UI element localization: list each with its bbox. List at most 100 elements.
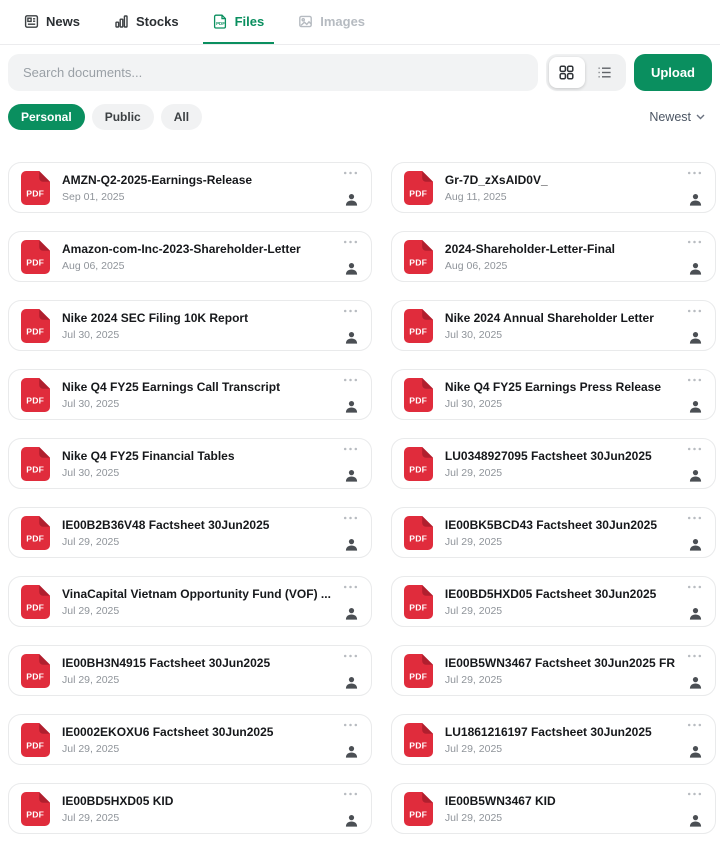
sort-dropdown[interactable]: Newest (649, 110, 712, 124)
ellipsis-icon (343, 723, 358, 727)
more-menu-button[interactable] (687, 790, 702, 798)
owner-person-icon (345, 607, 358, 620)
ellipsis-icon (343, 585, 358, 589)
more-menu-button[interactable] (687, 376, 702, 384)
file-card[interactable]: PDF Gr-7D_zXsAID0V_ Aug 11, 2025 (391, 162, 716, 213)
more-menu-button[interactable] (687, 445, 702, 453)
file-card[interactable]: PDF IE00B5WN3467 Factsheet 30Jun2025 FR … (391, 645, 716, 696)
filter-pill-personal[interactable]: Personal (8, 104, 85, 130)
file-info: Nike Q4 FY25 Earnings Press Release Jul … (445, 380, 675, 410)
tab-label: Files (235, 14, 265, 29)
owner-person-icon (689, 193, 702, 206)
file-title: IE00B5WN3467 Factsheet 30Jun2025 FR (445, 656, 675, 670)
file-card[interactable]: PDF IE00BK5BCD43 Factsheet 30Jun2025 Jul… (391, 507, 716, 558)
more-menu-button[interactable] (687, 652, 702, 660)
filter-pill-public[interactable]: Public (92, 104, 154, 130)
pdf-badge-label: PDF (409, 602, 427, 612)
ellipsis-icon (343, 240, 358, 244)
file-card[interactable]: PDF VinaCapital Vietnam Opportunity Fund… (8, 576, 372, 627)
more-menu-button[interactable] (343, 514, 358, 522)
more-menu-button[interactable] (687, 514, 702, 522)
more-menu-button[interactable] (343, 652, 358, 660)
card-rail (687, 169, 702, 206)
file-card[interactable]: PDF Nike 2024 Annual Shareholder Letter … (391, 300, 716, 351)
file-info: LU0348927095 Factsheet 30Jun2025 Jul 29,… (445, 449, 675, 479)
filter-pill-all[interactable]: All (161, 104, 202, 130)
file-title: IE00B5WN3467 KID (445, 794, 675, 808)
more-menu-button[interactable] (687, 721, 702, 729)
file-date: Jul 29, 2025 (445, 536, 675, 548)
card-rail (343, 238, 358, 275)
pdf-badge-icon: PDF (404, 654, 433, 688)
file-info: AMZN-Q2-2025-Earnings-Release Sep 01, 20… (62, 173, 331, 203)
more-menu-button[interactable] (343, 307, 358, 315)
file-card[interactable]: PDF IE00BD5HXD05 KID Jul 29, 2025 (8, 783, 372, 834)
pdf-badge-label: PDF (409, 257, 427, 267)
list-view-button[interactable] (587, 57, 623, 88)
tab-stocks[interactable]: Stocks (104, 0, 189, 44)
file-title: VinaCapital Vietnam Opportunity Fund (VO… (62, 587, 331, 601)
ellipsis-icon (343, 309, 358, 313)
pdf-badge-icon: PDF (404, 240, 433, 274)
more-menu-button[interactable] (343, 583, 358, 591)
file-date: Jul 29, 2025 (445, 467, 675, 479)
pdf-badge-icon: PDF (404, 171, 433, 205)
tab-images[interactable]: Images (288, 0, 375, 44)
more-menu-button[interactable] (343, 721, 358, 729)
images-icon (298, 14, 313, 29)
file-card[interactable]: PDF Nike Q4 FY25 Earnings Press Release … (391, 369, 716, 420)
file-card[interactable]: PDF AMZN-Q2-2025-Earnings-Release Sep 01… (8, 162, 372, 213)
tab-news[interactable]: News (14, 0, 90, 44)
file-card[interactable]: PDF LU1861216197 Factsheet 30Jun2025 Jul… (391, 714, 716, 765)
more-menu-button[interactable] (343, 790, 358, 798)
more-menu-button[interactable] (343, 169, 358, 177)
file-card[interactable]: PDF 2024-Shareholder-Letter-Final Aug 06… (391, 231, 716, 282)
more-menu-button[interactable] (687, 238, 702, 246)
file-card[interactable]: PDF Amazon-com-Inc-2023-Shareholder-Lett… (8, 231, 372, 282)
file-card[interactable]: PDF IE00BD5HXD05 Factsheet 30Jun2025 Jul… (391, 576, 716, 627)
pdf-badge-icon: PDF (21, 792, 50, 826)
file-info: IE00BK5BCD43 Factsheet 30Jun2025 Jul 29,… (445, 518, 675, 548)
file-title: Nike Q4 FY25 Earnings Call Transcript (62, 380, 331, 394)
ellipsis-icon (343, 447, 358, 451)
file-card[interactable]: PDF LU0348927095 Factsheet 30Jun2025 Jul… (391, 438, 716, 489)
file-info: IE00BD5HXD05 KID Jul 29, 2025 (62, 794, 331, 824)
file-title: LU1861216197 Factsheet 30Jun2025 (445, 725, 675, 739)
file-card[interactable]: PDF IE0002EKOXU6 Factsheet 30Jun2025 Jul… (8, 714, 372, 765)
ellipsis-icon (687, 309, 702, 313)
file-info: Nike 2024 Annual Shareholder Letter Jul … (445, 311, 675, 341)
card-rail (343, 376, 358, 413)
tab-files[interactable]: PDF Files (203, 0, 275, 44)
file-date: Jul 29, 2025 (62, 536, 331, 548)
file-info: VinaCapital Vietnam Opportunity Fund (VO… (62, 587, 331, 617)
pdf-badge-icon: PDF (404, 723, 433, 757)
file-date: Jul 30, 2025 (445, 398, 675, 410)
card-rail (687, 307, 702, 344)
toolbar: Upload (8, 54, 712, 91)
file-date: Jul 29, 2025 (445, 812, 675, 824)
grid-view-button[interactable] (549, 57, 585, 88)
more-menu-button[interactable] (343, 445, 358, 453)
pdf-badge-icon: PDF (404, 516, 433, 550)
search-input[interactable] (8, 54, 538, 91)
pdf-badge-icon: PDF (21, 309, 50, 343)
more-menu-button[interactable] (343, 238, 358, 246)
file-card[interactable]: PDF IE00B2B36V48 Factsheet 30Jun2025 Jul… (8, 507, 372, 558)
file-card[interactable]: PDF IE00BH3N4915 Factsheet 30Jun2025 Jul… (8, 645, 372, 696)
file-card[interactable]: PDF Nike Q4 FY25 Financial Tables Jul 30… (8, 438, 372, 489)
more-menu-button[interactable] (687, 169, 702, 177)
file-card[interactable]: PDF Nike 2024 SEC Filing 10K Report Jul … (8, 300, 372, 351)
upload-button[interactable]: Upload (634, 54, 712, 91)
more-menu-button[interactable] (687, 583, 702, 591)
more-menu-button[interactable] (687, 307, 702, 315)
more-menu-button[interactable] (343, 376, 358, 384)
files-grid: PDF AMZN-Q2-2025-Earnings-Release Sep 01… (8, 162, 712, 834)
chevron-down-icon (696, 114, 705, 120)
file-card[interactable]: PDF Nike Q4 FY25 Earnings Call Transcrip… (8, 369, 372, 420)
file-card[interactable]: PDF IE00B5WN3467 KID Jul 29, 2025 (391, 783, 716, 834)
pdf-badge-icon: PDF (21, 585, 50, 619)
file-title: IE0002EKOXU6 Factsheet 30Jun2025 (62, 725, 331, 739)
file-date: Aug 06, 2025 (445, 260, 675, 272)
tab-label: Images (320, 14, 365, 29)
pdf-badge-label: PDF (26, 395, 44, 405)
